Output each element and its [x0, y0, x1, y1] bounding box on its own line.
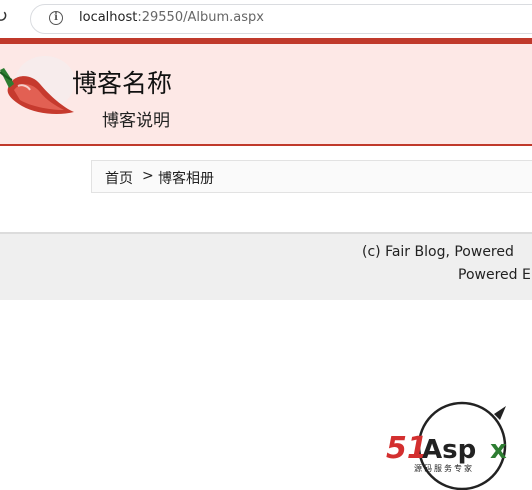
- header-bottom-border: [0, 144, 532, 146]
- url-host: localhost: [79, 10, 138, 25]
- svg-text:Asp: Asp: [422, 435, 476, 465]
- url-text[interactable]: localhost:29550/Album.aspx: [79, 10, 264, 25]
- chili-logo-icon: [0, 56, 75, 114]
- breadcrumb: 首页 > 博客相册: [91, 160, 532, 193]
- reload-icon[interactable]: ↻: [0, 6, 8, 27]
- page-footer: (c) Fair Blog, Powered Powered E: [0, 232, 532, 300]
- blog-title: 博客名称: [72, 69, 173, 98]
- svg-text:源码服务专家: 源码服务专家: [414, 463, 474, 473]
- breadcrumb-home-link[interactable]: 首页: [105, 168, 133, 188]
- footer-copyright: (c) Fair Blog, Powered: [362, 244, 514, 260]
- breadcrumb-current: 博客相册: [158, 171, 214, 187]
- watermark-logo-icon: 51 Asp x 源码服务专家: [386, 401, 507, 490]
- blog-subtitle: 博客说明: [102, 111, 170, 131]
- site-info-icon[interactable]: i: [49, 11, 63, 25]
- footer-powered-by: Powered E: [458, 267, 531, 283]
- address-bar[interactable]: i localhost:29550/Album.aspx: [30, 4, 532, 34]
- url-path: :29550/Album.aspx: [137, 10, 264, 25]
- breadcrumb-separator: >: [142, 168, 154, 184]
- browser-toolbar: ↻ i localhost:29550/Album.aspx: [0, 0, 532, 38]
- svg-text:x: x: [490, 435, 507, 465]
